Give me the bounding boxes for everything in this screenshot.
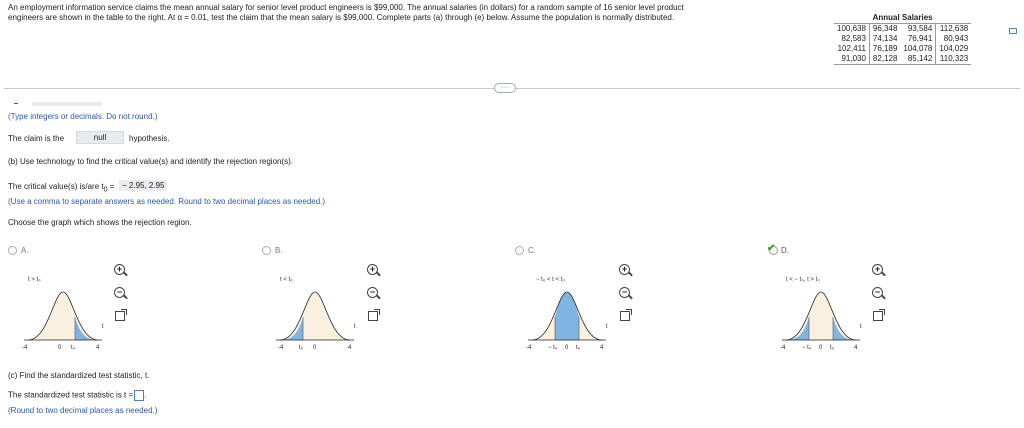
table-cell: 96,348 bbox=[872, 24, 898, 33]
table-cell: 102,411 bbox=[834, 44, 870, 54]
zoom-in-icon[interactable]: + bbox=[114, 264, 125, 275]
zoom-in-icon[interactable]: + bbox=[872, 264, 883, 275]
zoom-out-icon[interactable]: − bbox=[114, 287, 125, 298]
faded-line bbox=[14, 101, 104, 107]
tick-label: 0 bbox=[313, 345, 317, 351]
part-b-heading: (b) Use technology to find the critical … bbox=[8, 157, 294, 166]
part-c-note: (Round to two decimal places as needed.) bbox=[8, 406, 158, 415]
curve-body bbox=[280, 292, 350, 340]
open-external-icon[interactable] bbox=[368, 309, 380, 321]
zoom-out-icon[interactable]: − bbox=[619, 287, 630, 298]
tick-label: 4 bbox=[854, 345, 858, 351]
zoom-in-icon[interactable]: + bbox=[367, 264, 378, 275]
claim-prefix: The claim is the bbox=[8, 134, 65, 143]
copy-table-icon[interactable] bbox=[1009, 28, 1017, 34]
table-cell: 93,584 bbox=[900, 23, 937, 34]
tick-label: t₀ bbox=[299, 345, 304, 351]
tick-label: − t₀ bbox=[548, 345, 558, 351]
curve-body bbox=[786, 292, 856, 340]
open-external-icon[interactable] bbox=[873, 309, 885, 321]
t-axis-label: t bbox=[102, 324, 104, 330]
table-row: 102,411 76,189 104,078 104,029 bbox=[834, 44, 971, 54]
tick-label: 4 bbox=[600, 345, 604, 351]
table-title: Annual Salaries bbox=[834, 12, 972, 24]
table-cell: 82,583 bbox=[834, 34, 870, 44]
table-cell: 112,638 bbox=[939, 24, 969, 33]
tick-label: t₀ bbox=[830, 345, 835, 351]
tick-label: -4 bbox=[526, 345, 532, 351]
critical-value-answer[interactable]: − 2.95, 2.95 bbox=[119, 180, 168, 191]
part-a-note: (Type integers or decimals. Do not round… bbox=[8, 112, 158, 121]
table-cell: 76,189 bbox=[872, 44, 898, 53]
table-cell: 104,078 bbox=[900, 44, 937, 54]
radio-option-c[interactable] bbox=[515, 246, 524, 255]
test-statistic-input[interactable] bbox=[134, 390, 145, 401]
claim-suffix: hypothesis. bbox=[129, 134, 170, 143]
checkmark-icon: ✔ bbox=[767, 243, 776, 254]
table-row: 82,583 74,134 76,941 80,943 bbox=[834, 34, 971, 44]
option-d-label: D. bbox=[781, 246, 789, 255]
problem-statement: An employment information service claims… bbox=[8, 3, 808, 23]
graph-c-condition: − t₀ < t < t₀ bbox=[536, 277, 565, 283]
t-axis-label: t bbox=[354, 324, 356, 330]
table-cell: 82,128 bbox=[869, 54, 901, 65]
graph-option-d: t < − t₀, t > t₀ t -4 − t₀ 0 t₀ 4 bbox=[780, 277, 862, 351]
table-cell: 80,943 bbox=[943, 34, 969, 43]
graph-a-condition: t > t₀ bbox=[28, 277, 41, 283]
tick-label: 4 bbox=[348, 345, 352, 351]
table-cell: 91,030 bbox=[834, 54, 870, 65]
tick-label: t₀ bbox=[71, 345, 76, 351]
table-cell: 100,638 bbox=[834, 23, 870, 34]
open-external-icon[interactable] bbox=[620, 309, 632, 321]
zoom-out-icon[interactable]: − bbox=[872, 287, 883, 298]
test-statistic-prompt: The standardized test statistic is t = bbox=[8, 390, 134, 400]
table-cell: 76,941 bbox=[900, 34, 937, 44]
crit-eq: = bbox=[107, 182, 115, 191]
open-external-icon[interactable] bbox=[115, 309, 127, 321]
option-b-label: B. bbox=[275, 246, 283, 255]
crit-prefix: The critical value(s) is/are t bbox=[8, 182, 104, 191]
critical-value-line: The critical value(s) is/are t0 = bbox=[8, 182, 114, 194]
table-cell: 85,142 bbox=[900, 54, 937, 65]
salaries-table: Annual Salaries 100,638 96,348 93,584 11… bbox=[834, 12, 972, 65]
tick-label: 0 bbox=[565, 345, 569, 351]
graph-d-condition: t < − t₀, t > t₀ bbox=[786, 277, 820, 283]
t-axis-label: t bbox=[606, 324, 608, 330]
tick-label: − t₀ bbox=[802, 345, 812, 351]
graph-option-b: t < t₀ t -4 t₀ 0 4 bbox=[276, 277, 356, 351]
problem-line-1: An employment information service claims… bbox=[8, 3, 684, 12]
zoom-out-icon[interactable]: − bbox=[367, 287, 378, 298]
tick-label: -4 bbox=[780, 345, 786, 351]
table-cell: 104,029 bbox=[939, 44, 969, 53]
tick-label: 0 bbox=[58, 345, 62, 351]
option-c-label: C. bbox=[528, 246, 536, 255]
rejection-region-center bbox=[555, 292, 579, 340]
tick-label: 4 bbox=[96, 345, 100, 351]
table-cell: 110,323 bbox=[935, 54, 972, 65]
graph-b-condition: t < t₀ bbox=[280, 277, 293, 283]
tick-label: 0 bbox=[819, 345, 823, 351]
crit-note: (Use a comma to separate answers as need… bbox=[8, 197, 326, 206]
zoom-in-icon[interactable]: + bbox=[619, 264, 630, 275]
graph-option-a: t > t₀ t -4 0 t₀ 4 bbox=[22, 277, 104, 351]
radio-option-a[interactable] bbox=[8, 246, 17, 255]
t-axis-label: t bbox=[860, 324, 862, 330]
more-button[interactable]: ··· bbox=[494, 83, 516, 93]
curve-body bbox=[28, 292, 98, 340]
claim-dropdown[interactable]: null bbox=[76, 131, 124, 144]
test-statistic-line: The standardized test statistic is t =. bbox=[8, 390, 147, 401]
tick-label: t₀ bbox=[576, 345, 581, 351]
table-cell: 74,134 bbox=[872, 34, 898, 43]
problem-line-2: engineers are shown in the table to the … bbox=[8, 13, 675, 22]
table-row: 91,030 82,128 85,142 110,323 bbox=[834, 54, 972, 65]
table-row: 100,638 96,348 93,584 112,638 bbox=[834, 23, 971, 34]
radio-option-b[interactable] bbox=[262, 246, 271, 255]
choose-graph-text: Choose the graph which shows the rejecti… bbox=[8, 218, 192, 227]
tick-label: -4 bbox=[278, 345, 284, 351]
option-a-label: A. bbox=[21, 246, 29, 255]
tick-label: -4 bbox=[22, 345, 28, 351]
graph-option-c: − t₀ < t < t₀ t -4 − t₀ 0 t₀ 4 bbox=[526, 277, 608, 351]
part-c-heading: (c) Find the standardized test statistic… bbox=[8, 371, 150, 380]
